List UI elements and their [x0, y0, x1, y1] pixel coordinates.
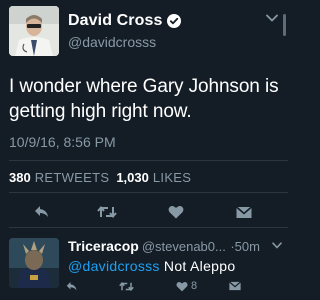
- handle[interactable]: @davidcrosss: [68, 34, 156, 50]
- likes-label[interactable]: LIKES: [153, 170, 191, 185]
- reply-tweet[interactable]: Triceracop @stevenab0... ·50m @davidcross…: [0, 228, 288, 300]
- retweets-count[interactable]: 380: [9, 170, 31, 185]
- likes-count[interactable]: 1,030: [116, 170, 149, 185]
- reply-retweet-button[interactable]: [119, 278, 134, 294]
- mention-link[interactable]: @davidcrosss: [68, 258, 160, 274]
- tweet-text: I wonder where Gary Johnson is getting h…: [9, 76, 279, 122]
- display-name[interactable]: David Cross: [68, 12, 162, 30]
- reply-text: @davidcrosss Not Aleppo: [68, 258, 235, 274]
- reply-icon: [66, 281, 77, 290]
- chevron-down-icon[interactable]: [272, 242, 282, 249]
- like-button[interactable]: [166, 202, 186, 222]
- retweet-icon: [119, 281, 134, 291]
- reply-dm-button[interactable]: [229, 278, 241, 294]
- timestamp: 10/9/16, 8:56 PM: [9, 134, 116, 150]
- tweet-stats: 380 RETWEETS 1,030 LIKES: [9, 170, 191, 185]
- main-tweet: David Cross @davidcrosss I wonder where …: [0, 0, 288, 228]
- direct-message-icon: [236, 205, 252, 218]
- verified-badge-icon: [167, 14, 182, 28]
- reply-handle[interactable]: @stevenab0...: [142, 239, 226, 254]
- retweet-button[interactable]: [97, 202, 117, 222]
- reply-body: Not Aleppo: [159, 258, 236, 274]
- tweet-actions: [0, 202, 288, 222]
- retweet-icon: [97, 205, 117, 219]
- reply-like-count: 8: [191, 280, 198, 292]
- reply-icon: [35, 206, 48, 217]
- like-icon: [176, 281, 188, 291]
- direct-message-button[interactable]: [234, 202, 254, 222]
- avatar[interactable]: [9, 6, 59, 56]
- divider: [9, 192, 288, 193]
- reply-button[interactable]: [32, 202, 52, 222]
- divider: [9, 160, 288, 161]
- reply-display-name[interactable]: Triceracop: [68, 238, 139, 254]
- reply-like-button[interactable]: 8: [176, 278, 197, 294]
- reply-time: ·50m: [230, 239, 260, 254]
- direct-message-icon: [229, 281, 241, 291]
- reply-actions: 8: [0, 278, 288, 294]
- like-icon: [168, 206, 184, 219]
- retweets-label[interactable]: RETWEETS: [35, 170, 110, 185]
- reply-reply-button[interactable]: [66, 278, 78, 294]
- chevron-down-icon[interactable]: [266, 14, 278, 22]
